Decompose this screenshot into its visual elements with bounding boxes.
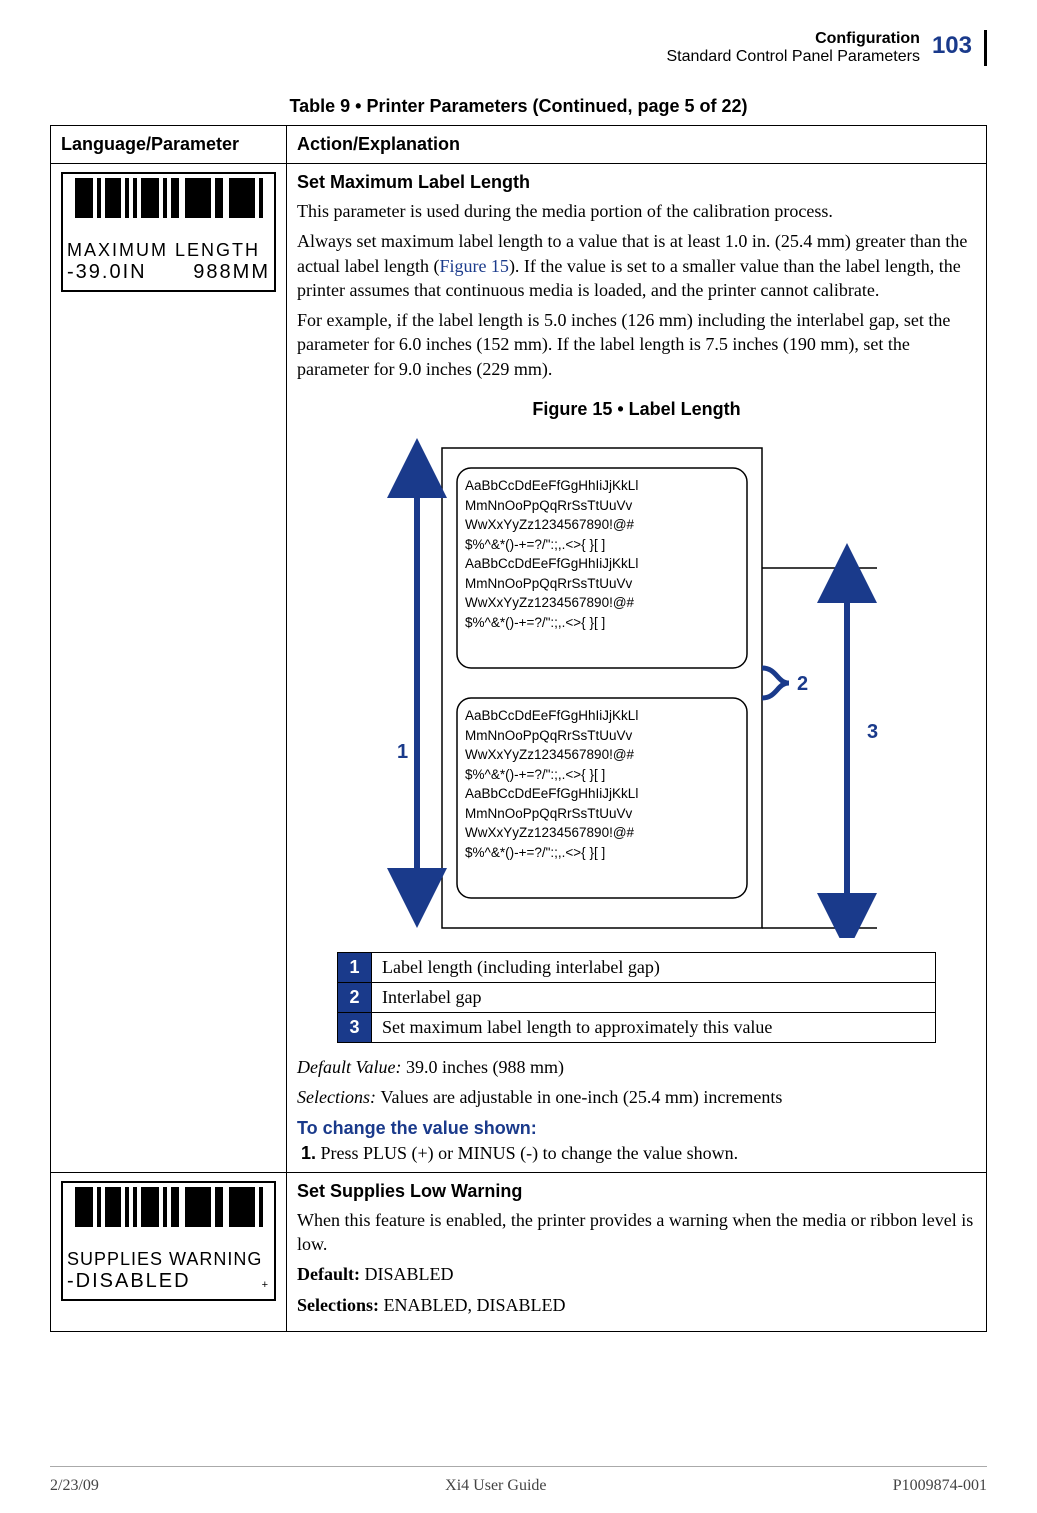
label-sample-text: AaBbCcDdEeFfGgHhIiJjKkLl MmNnOoPpQqRrSsT… [465, 706, 739, 863]
lcd-line2: -DISABLED + [67, 1270, 270, 1293]
footer-date: 2/23/09 [50, 1477, 99, 1495]
legend-text: Label length (including interlabel gap) [372, 953, 936, 983]
lcd-line1: MAXIMUM LENGTH [67, 240, 270, 261]
header-line1: Configuration [666, 30, 919, 48]
selections-label: Selections: [297, 1295, 383, 1315]
col-action-explanation: Action/Explanation [287, 126, 987, 164]
page-number: 103 [932, 30, 972, 60]
header-line2: Standard Control Panel Parameters [666, 48, 919, 66]
default-label: Default Value: [297, 1057, 406, 1077]
barcode-icon [63, 1187, 278, 1227]
default-value: 39.0 inches (988 mm) [406, 1057, 564, 1077]
lcd-value-left: -39.0IN [67, 261, 147, 284]
selections-line: Selections: ENABLED, DISABLED [297, 1293, 976, 1317]
body-text: This parameter is used during the media … [297, 199, 976, 223]
selections-label: Selections: [297, 1087, 380, 1107]
parameters-table: Language/Parameter Action/Explanation MA… [50, 125, 987, 1332]
lcd-line1: SUPPLIES WARNING [67, 1249, 270, 1270]
selections-value: Values are adjustable in one-inch (25.4 … [380, 1087, 782, 1107]
figure-caption: Figure 15 • Label Length [297, 399, 976, 420]
legend-row: 3 Set maximum label length to approximat… [338, 1013, 936, 1043]
legend-num: 1 [338, 953, 372, 983]
table-row: MAXIMUM LENGTH -39.0IN 988MM Set Maximum… [51, 164, 987, 1173]
header-text: Configuration Standard Control Panel Par… [666, 30, 919, 66]
callout-2: 2 [797, 673, 808, 695]
default-value: DISABLED [364, 1264, 453, 1284]
lcd-value-right: + [262, 1279, 270, 1293]
lcd-value-right: 988MM [193, 261, 270, 284]
cell-explanation-max-length: Set Maximum Label Length This parameter … [287, 164, 987, 1173]
lcd-display-max-length: MAXIMUM LENGTH -39.0IN 988MM [61, 172, 276, 292]
figure-legend: 1 Label length (including interlabel gap… [337, 952, 936, 1043]
change-heading: To change the value shown: [297, 1118, 976, 1139]
footer-docid: P1009874-001 [893, 1477, 987, 1495]
selections-value: ENABLED, DISABLED [383, 1295, 565, 1315]
step: 1. Press PLUS (+) or MINUS (-) to change… [301, 1143, 976, 1164]
figure-label-length: AaBbCcDdEeFfGgHhIiJjKkLl MmNnOoPpQqRrSsT… [297, 438, 976, 938]
page-header: Configuration Standard Control Panel Par… [50, 30, 987, 66]
callout-1: 1 [397, 741, 408, 763]
default-label: Default: [297, 1264, 364, 1284]
lcd-value-left: -DISABLED [67, 1270, 191, 1293]
cell-lcd-supplies-warning: SUPPLIES WARNING -DISABLED + [51, 1172, 287, 1331]
legend-text: Set maximum label length to approximatel… [372, 1013, 936, 1043]
body-text: When this feature is enabled, the printe… [297, 1208, 976, 1257]
param-title: Set Maximum Label Length [297, 172, 976, 193]
cell-explanation-supplies-warning: Set Supplies Low Warning When this featu… [287, 1172, 987, 1331]
legend-num: 2 [338, 983, 372, 1013]
figure-link[interactable]: Figure 15 [439, 256, 509, 276]
default-line: Default: DISABLED [297, 1262, 976, 1286]
col-language-parameter: Language/Parameter [51, 126, 287, 164]
step-number: 1. [301, 1143, 316, 1163]
param-title: Set Supplies Low Warning [297, 1181, 976, 1202]
legend-num: 3 [338, 1013, 372, 1043]
footer-title: Xi4 User Guide [445, 1477, 546, 1495]
legend-text: Interlabel gap [372, 983, 936, 1013]
lcd-display-supplies-warning: SUPPLIES WARNING -DISABLED + [61, 1181, 276, 1301]
step-text: Press PLUS (+) or MINUS (-) to change th… [321, 1143, 739, 1163]
table-row: SUPPLIES WARNING -DISABLED + Set Supplie… [51, 1172, 987, 1331]
body-text: Always set maximum label length to a val… [297, 229, 976, 302]
selections-line: Selections: Values are adjustable in one… [297, 1085, 976, 1109]
label-length-diagram: AaBbCcDdEeFfGgHhIiJjKkLl MmNnOoPpQqRrSsT… [357, 438, 917, 938]
table-caption: Table 9 • Printer Parameters (Continued,… [50, 96, 987, 117]
legend-row: 1 Label length (including interlabel gap… [338, 953, 936, 983]
page: Configuration Standard Control Panel Par… [0, 0, 1037, 1513]
body-text: For example, if the label length is 5.0 … [297, 308, 976, 381]
default-value-line: Default Value: 39.0 inches (988 mm) [297, 1055, 976, 1079]
cell-lcd-max-length: MAXIMUM LENGTH -39.0IN 988MM [51, 164, 287, 1173]
label-sample-text: AaBbCcDdEeFfGgHhIiJjKkLl MmNnOoPpQqRrSsT… [465, 476, 739, 633]
lcd-line2: -39.0IN 988MM [67, 261, 270, 284]
legend-row: 2 Interlabel gap [338, 983, 936, 1013]
barcode-icon [63, 178, 278, 218]
page-footer: 2/23/09 Xi4 User Guide P1009874-001 [50, 1466, 987, 1495]
callout-3: 3 [867, 721, 878, 743]
